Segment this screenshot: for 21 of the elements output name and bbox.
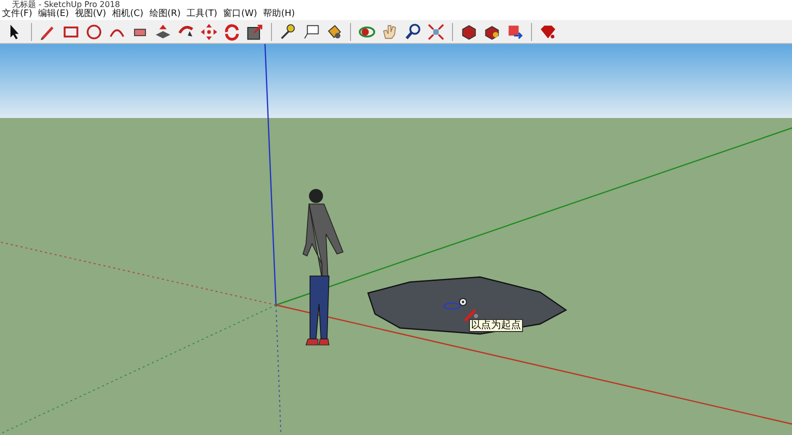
- window-title: 无标题 - SketchUp Pro 2018: [12, 0, 120, 9]
- 3d-viewport[interactable]: 以点为起点: [0, 44, 792, 435]
- rotate-icon[interactable]: [222, 22, 242, 42]
- ellipse-marker-icon: [443, 302, 461, 310]
- scale-icon[interactable]: [245, 22, 265, 42]
- search-icon[interactable]: [403, 22, 423, 42]
- menu-item[interactable]: 绘图(R): [149, 9, 181, 20]
- menu-item[interactable]: 窗口(W): [223, 9, 258, 20]
- target-circle-icon: [459, 298, 467, 306]
- tooltip: 以点为起点: [469, 319, 523, 332]
- tape-measure-icon[interactable]: [278, 22, 298, 42]
- menu-item[interactable]: 工具(T): [186, 9, 218, 20]
- menu-item[interactable]: 视图(V): [74, 9, 106, 20]
- menu-item[interactable]: 文件(F): [2, 9, 32, 20]
- circle-icon[interactable]: [84, 22, 104, 42]
- menu-item[interactable]: 相机(C): [112, 9, 144, 20]
- zoom-extents-icon[interactable]: [426, 22, 446, 42]
- menu-item[interactable]: 帮助(H): [263, 9, 295, 20]
- move-icon[interactable]: [199, 22, 219, 42]
- menu-item[interactable]: 编辑(E): [38, 9, 69, 20]
- polygon-face[interactable]: [367, 276, 568, 335]
